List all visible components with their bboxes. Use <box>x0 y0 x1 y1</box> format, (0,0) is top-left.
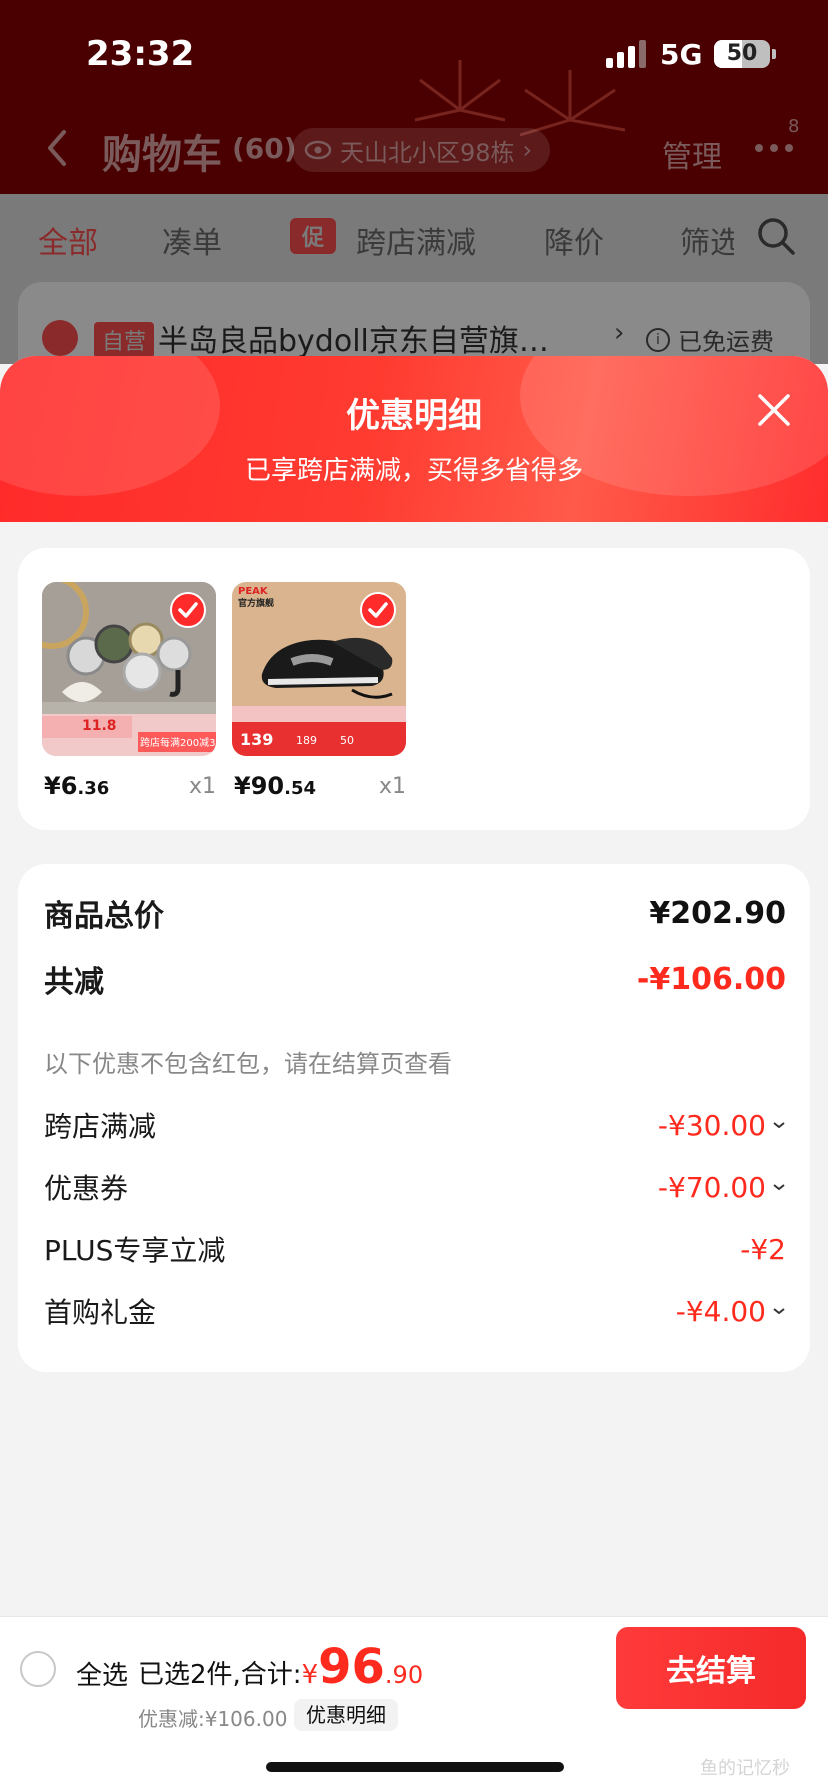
discount-value: -¥70.00 <box>658 1171 786 1204</box>
address-text: 天山北小区98栋 <box>340 138 515 167</box>
discount-label: PLUS专享立减 <box>44 1234 226 1267</box>
item-quantity: x1 <box>378 774 406 799</box>
brand-logo: PEAK 官方旗舰 <box>238 586 275 609</box>
selected-count-text: 已选2件,合计: <box>138 1660 302 1690</box>
selected-goods-card: 11.8 跨店每满200减30 ¥6.36 x1 PEAK 官方旗舰 139 1… <box>18 548 810 830</box>
discount-row-first-purchase[interactable]: 首购礼金 -¥4.00 <box>44 1286 786 1336</box>
more-icon[interactable] <box>754 142 794 154</box>
info-icon: i <box>646 327 670 352</box>
status-time: 23:32 <box>86 34 195 74</box>
store-checkbox[interactable] <box>42 320 78 356</box>
discount-row-coupon[interactable]: 优惠券 -¥70.00 <box>44 1162 786 1212</box>
total-reduction-row: 共减 -¥106.00 <box>44 954 786 1004</box>
chevron-right-icon: › <box>614 318 625 348</box>
image-original-price: 189 <box>296 734 317 747</box>
search-icon[interactable] <box>756 216 796 256</box>
chevron-right-icon: › <box>522 136 533 164</box>
discount-value: -¥30.00 <box>658 1109 786 1142</box>
discount-row-cross-store[interactable]: 跨店满减 -¥30.00 <box>44 1100 786 1150</box>
battery-icon: 50 <box>714 40 770 68</box>
select-all-label[interactable]: 全选 <box>76 1655 128 1692</box>
discount-row-plus: PLUS专享立减 -¥2 <box>44 1224 786 1274</box>
discount-label: 跨店满减 <box>44 1110 157 1143</box>
check-icon <box>178 602 198 618</box>
product-image-sneakers: PEAK 官方旗舰 139 189 50 <box>232 582 406 756</box>
discount-detail-link[interactable]: 优惠明细 <box>294 1699 398 1731</box>
reduction-note: 以下优惠不包含红包，请在结算页查看 <box>44 1050 452 1078</box>
tab-all[interactable]: 全部 <box>38 218 98 262</box>
discount-value: -¥4.00 <box>676 1295 786 1328</box>
manage-button[interactable]: 管理 <box>662 132 722 176</box>
sheet-title: 优惠明细 <box>346 396 482 436</box>
watermark: 鱼的记忆秒 <box>700 1758 790 1779</box>
shipping-text: 已免运费 <box>678 328 774 356</box>
page-title: 购物车 <box>102 132 222 178</box>
battery-percent: 50 <box>726 41 758 66</box>
battery-tip <box>772 49 776 59</box>
tab-combine[interactable]: 凑单 <box>162 218 222 262</box>
chevron-down-icon <box>773 1122 785 1129</box>
total-price-label: 商品总价 <box>44 899 164 934</box>
tab-price-drop[interactable]: 降价 <box>544 218 604 262</box>
discount-label: 优惠券 <box>44 1172 129 1205</box>
checkout-button[interactable]: 去结算 <box>616 1627 806 1709</box>
network-type: 5G <box>660 38 703 71</box>
goods-item[interactable]: 11.8 跨店每满200减30 ¥6.36 x1 <box>42 582 216 800</box>
home-indicator[interactable] <box>266 1762 564 1772</box>
total-reduction-value: -¥106.00 <box>636 961 786 997</box>
item-checkbox[interactable] <box>360 592 396 628</box>
message-badge: 8 <box>788 116 800 137</box>
cart-count: (60) <box>232 132 297 165</box>
sheet-header: 优惠明细 已享跨店满减，买得多省得多 <box>0 356 828 522</box>
check-icon <box>368 602 388 618</box>
item-checkbox[interactable] <box>170 592 206 628</box>
product-image-hooks: 11.8 跨店每满200减30 <box>42 582 216 756</box>
total-amount-decimal: .90 <box>384 1661 424 1689</box>
self-operated-tag: 自营 <box>94 322 155 358</box>
promo-tag: 促 <box>290 218 336 254</box>
store-name[interactable]: 半岛良品bydoll京东自营旗… <box>158 316 578 360</box>
currency-symbol: ¥ <box>301 1660 319 1690</box>
chevron-down-icon <box>773 1184 785 1191</box>
total-amount-integer: 96 <box>318 1639 385 1695</box>
order-summary: 已选2件,合计: ¥ 96 .90 <box>138 1639 424 1695</box>
image-price-tag: 11.8 <box>82 718 117 734</box>
image-promo-text: 跨店每满200减30 <box>140 738 216 749</box>
sheet-subtitle: 已享跨店满减，买得多省得多 <box>244 456 583 486</box>
cart-content-overlay: 全部 凑单 促 跨店满减 降价 筛选 自营 半岛良品bydoll京东自营旗… ›… <box>0 194 828 382</box>
cart-header-background: 23:32 5G 50 购物车 (60) 天山北小区98栋 › 管理 8 <box>0 0 828 194</box>
address-selector[interactable]: 天山北小区98栋 › <box>292 128 551 172</box>
total-reduction-label: 共减 <box>44 965 104 1000</box>
item-price: ¥6.36 <box>44 772 110 800</box>
item-quantity: x1 <box>188 774 216 799</box>
image-price-tag: 139 <box>240 730 274 749</box>
shipping-info: i 已免运费 <box>646 322 774 357</box>
status-bar: 23:32 5G 50 <box>0 0 828 110</box>
select-all-checkbox[interactable] <box>20 1651 56 1687</box>
discount-summary: 优惠减:¥106.00 <box>138 1707 288 1731</box>
chevron-down-icon <box>773 1308 785 1315</box>
item-price: ¥90.54 <box>234 772 316 800</box>
back-arrow-icon[interactable] <box>42 128 72 168</box>
total-price-row: 商品总价 ¥202.90 <box>44 888 786 938</box>
signal-icon <box>606 40 646 68</box>
image-discount: 50 <box>340 734 354 747</box>
tab-filter[interactable]: 筛选 <box>680 218 734 262</box>
discount-detail-sheet: 优惠明细 已享跨店满减，买得多省得多 11.8 跨店每满200减30 ¥6.36… <box>0 356 828 1616</box>
goods-item[interactable]: PEAK 官方旗舰 139 189 50 ¥90.54 x1 <box>232 582 406 800</box>
total-price-value: ¥202.90 <box>649 895 786 931</box>
discount-value: -¥2 <box>740 1232 786 1266</box>
close-icon[interactable] <box>756 392 792 428</box>
tab-cross-store[interactable]: 跨店满减 <box>356 218 476 262</box>
discount-label: 首购礼金 <box>44 1296 157 1329</box>
navbar: 购物车 (60) 天山北小区98栋 › 管理 8 <box>0 112 828 182</box>
eye-icon <box>304 140 332 160</box>
discount-breakdown-card: 商品总价 ¥202.90 共减 -¥106.00 以下优惠不包含红包，请在结算页… <box>18 864 810 1372</box>
